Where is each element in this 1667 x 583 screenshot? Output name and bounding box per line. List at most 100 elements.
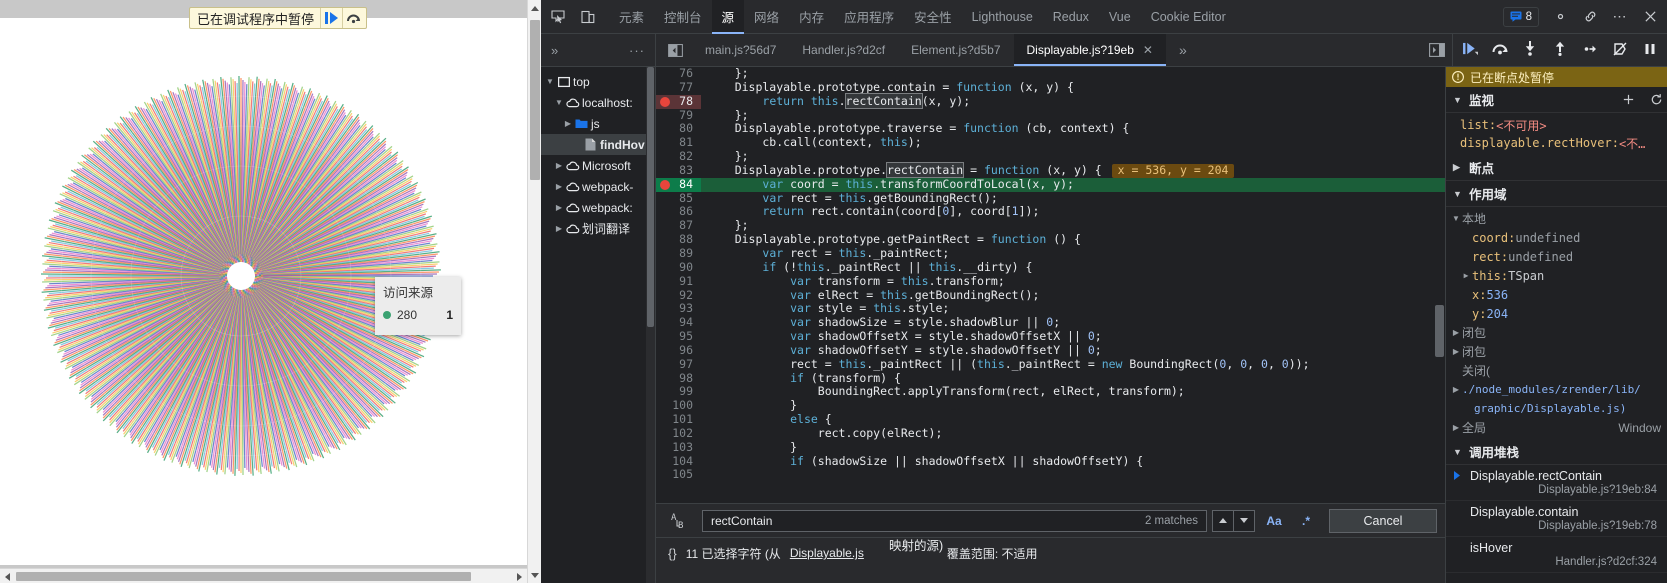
step-out-of-current-function-button[interactable] bbox=[1545, 36, 1575, 64]
navigator-scrollbar[interactable] bbox=[646, 67, 655, 583]
caret-right-icon[interactable]: ▶ bbox=[1450, 347, 1462, 356]
tab-4[interactable]: 内存 bbox=[789, 0, 834, 34]
editor-scrollbar[interactable] bbox=[1434, 67, 1445, 527]
code-line[interactable]: 76 }; bbox=[656, 67, 1445, 81]
settings-button[interactable] bbox=[1547, 4, 1573, 30]
navigator-item-0[interactable]: ▼ top bbox=[541, 71, 655, 92]
navigator-item-7[interactable]: ▶ 划词翻译 bbox=[541, 218, 655, 239]
scope-variable-0-4[interactable]: y: 204 bbox=[1446, 304, 1667, 323]
toggle-debugger-sidebar-button[interactable] bbox=[1422, 34, 1452, 66]
page-vertical-scrollbar[interactable] bbox=[527, 0, 541, 583]
navigator-options-icon[interactable]: ··· bbox=[629, 43, 645, 58]
line-number[interactable]: 83 bbox=[656, 163, 701, 178]
tab-0[interactable]: 元素 bbox=[609, 0, 654, 34]
line-number[interactable]: 94 bbox=[656, 315, 701, 330]
line-number[interactable]: 103 bbox=[656, 440, 701, 455]
scrollbar-up-button[interactable] bbox=[528, 0, 541, 16]
caret-right-icon[interactable]: ▶ bbox=[1450, 423, 1462, 432]
caret-right-icon[interactable]: ▶ bbox=[1450, 385, 1462, 394]
page-horizontal-scrollbar[interactable] bbox=[0, 568, 527, 583]
navigator-more-icon[interactable]: » bbox=[551, 43, 558, 58]
watch-section-header[interactable]: ▼ 监视 bbox=[1446, 87, 1667, 113]
code-line[interactable]: 85 var rect = this.getBoundingRect(); bbox=[656, 191, 1445, 206]
line-number[interactable]: 93 bbox=[656, 301, 701, 316]
code-line[interactable]: 91 var transform = this.transform; bbox=[656, 274, 1445, 289]
deactivate-breakpoints-button[interactable] bbox=[1605, 36, 1635, 64]
code-line[interactable]: 81 cb.call(context, this); bbox=[656, 135, 1445, 150]
line-number[interactable]: 82 bbox=[656, 149, 701, 164]
scope-group-6[interactable]: ▶ 全局 Window bbox=[1446, 418, 1667, 437]
caret-down-icon[interactable]: ▼ bbox=[1450, 214, 1462, 223]
line-number[interactable]: 104 bbox=[656, 454, 701, 469]
file-navigator-tree[interactable]: ▼ top ▼ localhost: ▶ js findHov ▶ Microsoft ▶ webp… bbox=[541, 67, 656, 583]
navigator-item-1[interactable]: ▼ localhost: bbox=[541, 92, 655, 113]
regex-toggle[interactable]: .* bbox=[1293, 510, 1319, 532]
line-number[interactable]: 92 bbox=[656, 288, 701, 303]
tab-6[interactable]: 安全性 bbox=[904, 0, 962, 34]
tab-7[interactable]: Lighthouse bbox=[962, 0, 1043, 34]
line-number[interactable]: 91 bbox=[656, 274, 701, 289]
line-number[interactable]: 88 bbox=[656, 232, 701, 247]
line-number[interactable]: 105 bbox=[656, 468, 701, 482]
code-line[interactable]: 97 rect = this._paintRect || (this._pain… bbox=[656, 357, 1445, 372]
code-line[interactable]: 99 BoundingRect.applyTransform(rect, elR… bbox=[656, 385, 1445, 399]
caret-right-icon[interactable]: ▶ bbox=[553, 203, 565, 212]
scope-variable-0-2[interactable]: ▶ this: TSpan bbox=[1446, 266, 1667, 285]
scope-group-4[interactable]: ▶ ./node_modules/zrender/lib/ bbox=[1446, 380, 1667, 399]
console-messages-badge[interactable]: 8 bbox=[1502, 6, 1539, 27]
caret-right-icon[interactable]: ▶ bbox=[1460, 271, 1472, 280]
caret-right-icon[interactable]: ▶ bbox=[553, 224, 565, 233]
code-line[interactable]: 80 Displayable.prototype.traverse = func… bbox=[656, 121, 1445, 136]
callstack-frame-1[interactable]: Displayable.contain Displayable.js?19eb:7… bbox=[1446, 501, 1667, 537]
source-file-link[interactable]: Displayable.js bbox=[790, 546, 864, 560]
tab-8[interactable]: Redux bbox=[1043, 0, 1099, 34]
code-line[interactable]: 92 var elRect = this.getBoundingRect(); bbox=[656, 288, 1445, 303]
code-line[interactable]: 79 }; bbox=[656, 108, 1445, 123]
navigator-item-4[interactable]: ▶ Microsoft bbox=[541, 155, 655, 176]
resume-script-execution-button[interactable] bbox=[1455, 36, 1485, 64]
code-line[interactable]: 96 var shadowOffsetY = style.shadowOffse… bbox=[656, 343, 1445, 358]
navigator-item-5[interactable]: ▶ webpack- bbox=[541, 176, 655, 197]
code-line[interactable]: 84 var coord = this.transformCoordToLoca… bbox=[656, 177, 1445, 192]
line-number[interactable]: 101 bbox=[656, 412, 701, 427]
code-line[interactable]: 87 }; bbox=[656, 218, 1445, 233]
line-number[interactable]: 85 bbox=[656, 191, 701, 206]
code-line[interactable]: 94 var shadowSize = style.shadowBlur || … bbox=[656, 315, 1445, 330]
tab-9[interactable]: Vue bbox=[1099, 0, 1141, 34]
line-number[interactable]: 76 bbox=[656, 67, 701, 81]
watch-item-0[interactable]: list: <不可用> bbox=[1446, 116, 1667, 134]
source-tab-2[interactable]: Element.js?d5b7 bbox=[898, 34, 1013, 66]
code-line[interactable]: 103 } bbox=[656, 440, 1445, 455]
match-case-toggle[interactable]: Aa bbox=[1261, 510, 1287, 532]
line-number[interactable]: 89 bbox=[656, 246, 701, 261]
close-devtools-button[interactable] bbox=[1637, 4, 1663, 30]
navigator-item-2[interactable]: ▶ js bbox=[541, 113, 655, 134]
code-line[interactable]: 77 Displayable.prototype.contain = funct… bbox=[656, 80, 1445, 95]
add-watch-button[interactable] bbox=[1617, 93, 1639, 106]
line-number[interactable]: 98 bbox=[656, 371, 701, 386]
scope-variable-0-3[interactable]: x: 536 bbox=[1446, 285, 1667, 304]
scrollbar-right-button[interactable] bbox=[512, 569, 527, 583]
line-number[interactable]: 100 bbox=[656, 398, 701, 413]
step-over-next-function-call-button[interactable] bbox=[1485, 36, 1515, 64]
inspect-element-button[interactable] bbox=[545, 4, 571, 30]
line-number[interactable]: 87 bbox=[656, 218, 701, 233]
code-line[interactable]: 100 } bbox=[656, 398, 1445, 413]
breakpoint-marker[interactable] bbox=[660, 96, 670, 107]
scrollbar-thumb-horizontal[interactable] bbox=[16, 572, 471, 581]
line-number[interactable]: 99 bbox=[656, 385, 701, 399]
line-number[interactable]: 95 bbox=[656, 329, 701, 344]
sunburst-chart[interactable] bbox=[31, 66, 451, 486]
caret-down-icon[interactable]: ▼ bbox=[544, 77, 556, 86]
source-tab-3[interactable]: Displayable.js?19eb ✕ bbox=[1013, 34, 1167, 66]
breakpoints-section-header[interactable]: ▶ 断点 bbox=[1446, 155, 1667, 181]
scope-variable-0-0[interactable]: coord: undefined bbox=[1446, 228, 1667, 247]
code-line[interactable]: 82 }; bbox=[656, 149, 1445, 164]
navigator-item-3[interactable]: findHov bbox=[541, 134, 655, 155]
scope-group-1[interactable]: ▶ 闭包 bbox=[1446, 323, 1667, 342]
callstack-frame-0[interactable]: Displayable.rectContain Displayable.js?19… bbox=[1446, 465, 1667, 501]
code-line[interactable]: 90 if (!this._paintRect || this.__dirty)… bbox=[656, 260, 1445, 275]
link-devtools-button[interactable] bbox=[1577, 4, 1603, 30]
source-tab-0[interactable]: main.js?56d7 bbox=[692, 34, 789, 66]
scope-group-5[interactable]: graphic/Displayable.js) bbox=[1446, 399, 1667, 418]
